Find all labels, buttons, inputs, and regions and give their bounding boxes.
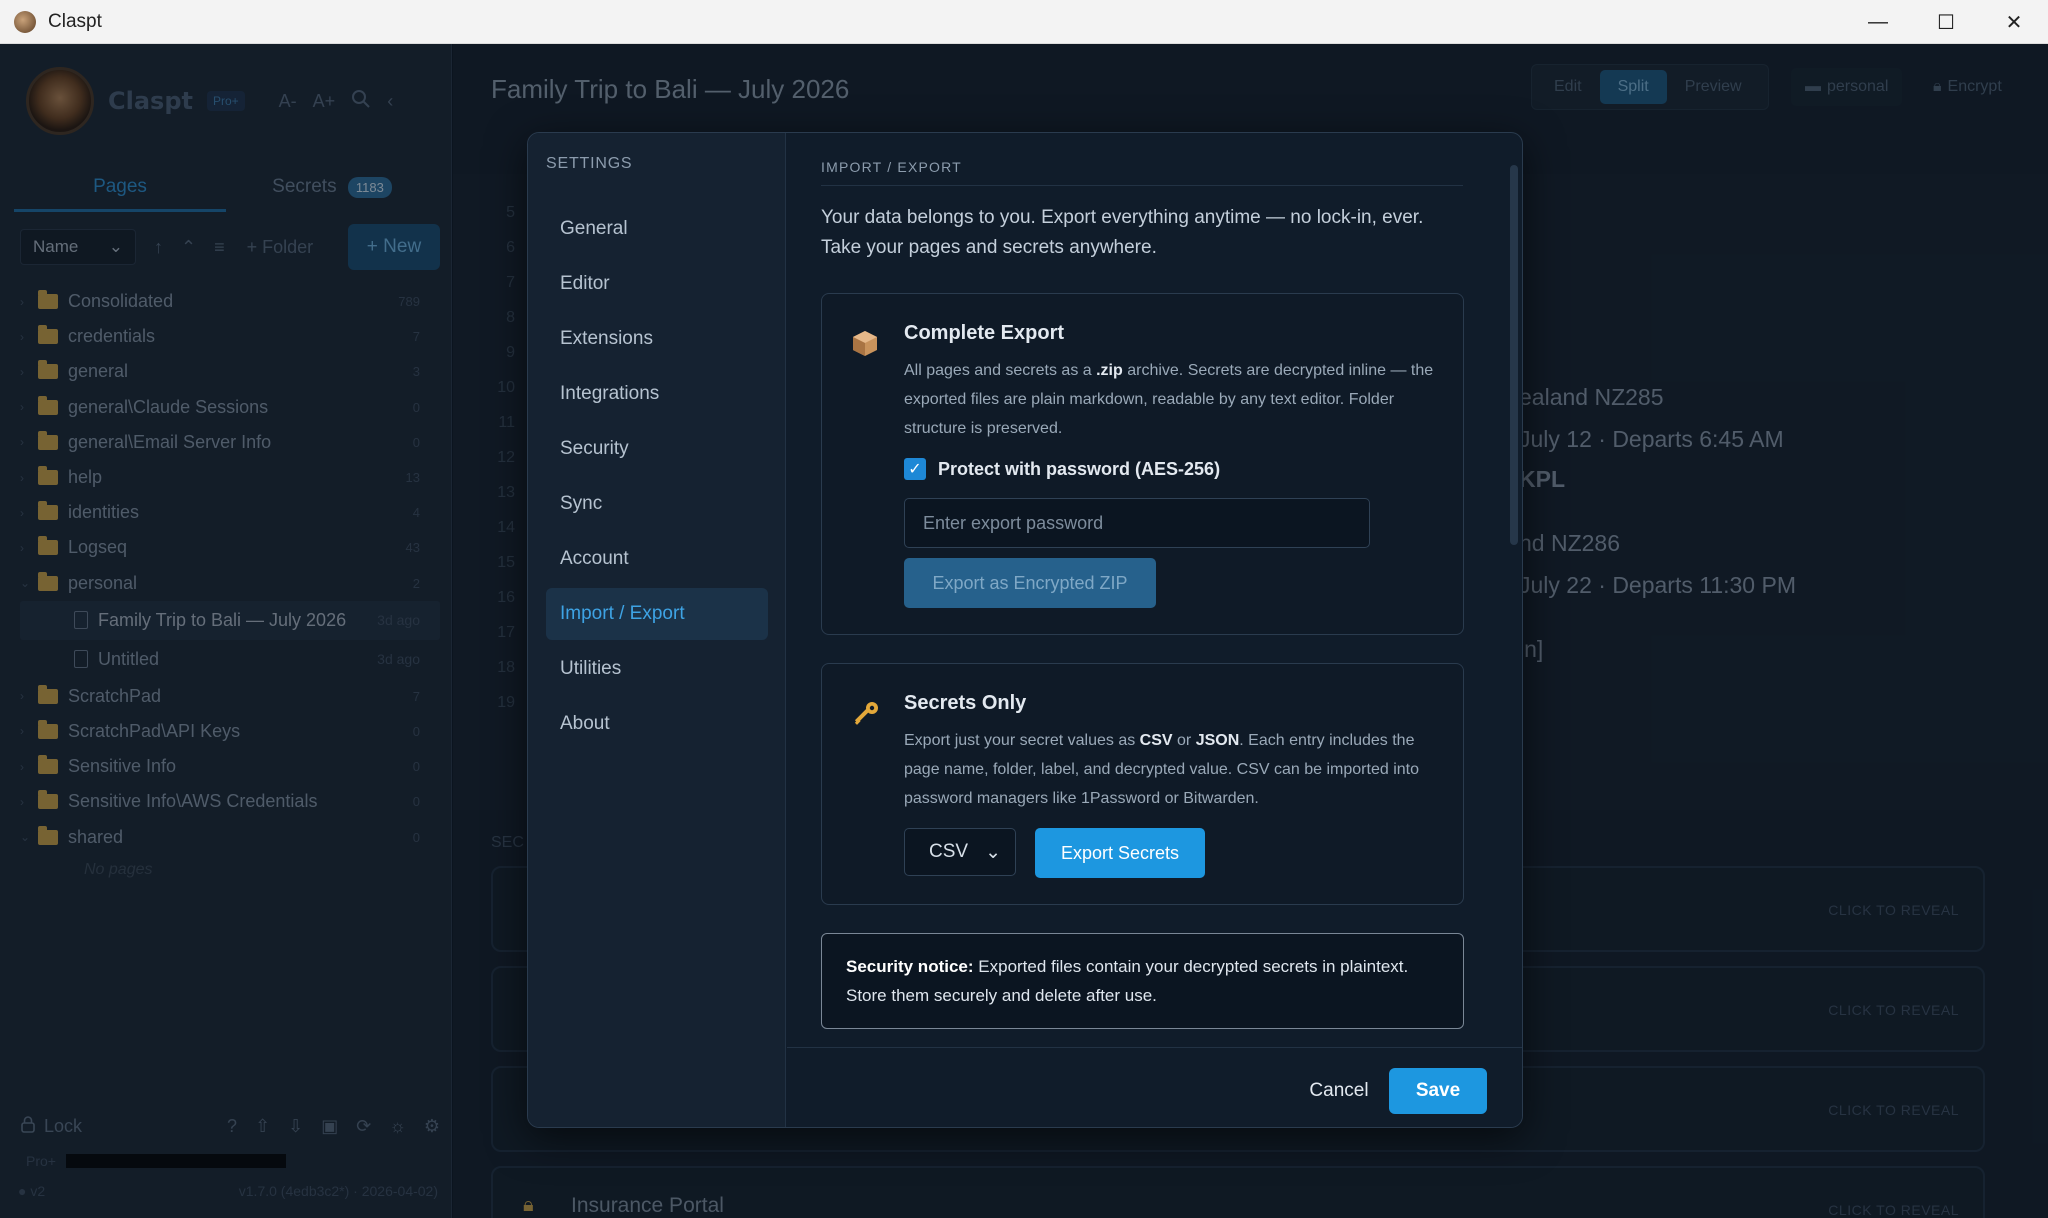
secrets-only-card: Secrets Only Export just your secret val… [821, 663, 1464, 905]
settings-modal: SETTINGS General Editor Extensions Integ… [527, 132, 1523, 1128]
settings-nav: SETTINGS General Editor Extensions Integ… [528, 133, 786, 1127]
scrollbar[interactable] [1510, 159, 1518, 1041]
checkbox-label: Protect with password (AES-256) [938, 458, 1221, 479]
nav-import-export[interactable]: Import / Export [546, 588, 768, 640]
format-select-value: CSV [929, 841, 969, 862]
modal-footer: Cancel Save [787, 1047, 1522, 1127]
nav-editor[interactable]: Editor [546, 258, 768, 310]
card-description: Export just your secret values as CSV or… [904, 726, 1444, 813]
desc-text: Export just your secret values as [904, 732, 1140, 749]
card-description: All pages and secrets as a .zip archive.… [904, 356, 1444, 443]
scrollbar-thumb[interactable] [1510, 165, 1518, 545]
nav-about[interactable]: About [546, 698, 768, 750]
nav-integrations[interactable]: Integrations [546, 368, 768, 420]
complete-export-card: Complete Export All pages and secrets as… [821, 293, 1464, 635]
minimize-button[interactable]: — [1844, 0, 1912, 44]
chevron-down-icon: ⌄ [985, 841, 1001, 863]
card-title: Complete Export [904, 322, 1065, 344]
window-titlebar: Claspt — ☐ ✕ [0, 0, 2048, 44]
section-label: IMPORT / EXPORT [821, 159, 962, 175]
package-icon [850, 328, 880, 365]
desc-emphasis: JSON [1195, 732, 1240, 749]
settings-nav-list: General Editor Extensions Integrations S… [546, 203, 768, 753]
export-encrypted-zip-button[interactable]: Export as Encrypted ZIP [904, 558, 1156, 608]
intro-line: Take your pages and secrets anywhere. [821, 237, 1157, 258]
app-icon [14, 10, 36, 33]
nav-security[interactable]: Security [546, 423, 768, 475]
nav-utilities[interactable]: Utilities [546, 643, 768, 695]
maximize-button[interactable]: ☐ [1912, 0, 1980, 44]
save-button[interactable]: Save [1389, 1068, 1487, 1114]
export-password-input[interactable] [904, 498, 1370, 548]
nav-extensions[interactable]: Extensions [546, 313, 768, 365]
window-title: Claspt [48, 10, 102, 32]
cancel-button[interactable]: Cancel [1299, 1068, 1379, 1114]
checkmark-icon[interactable]: ✓ [904, 458, 926, 480]
card-title: Secrets Only [904, 692, 1027, 714]
settings-content: IMPORT / EXPORT Your data belongs to you… [787, 133, 1522, 1047]
password-protect-checkbox-row[interactable]: ✓ Protect with password (AES-256) [904, 458, 1220, 480]
settings-heading: SETTINGS [546, 155, 633, 172]
desc-text: or [1172, 732, 1196, 749]
section-intro: Your data belongs to you. Export everyth… [821, 203, 1471, 263]
close-button[interactable]: ✕ [1980, 0, 2048, 44]
notice-heading: Security notice: [846, 957, 974, 976]
security-notice: Security notice: Exported files contain … [821, 933, 1464, 1029]
nav-account[interactable]: Account [546, 533, 768, 585]
desc-text: All pages and secrets as a [904, 362, 1097, 379]
nav-sync[interactable]: Sync [546, 478, 768, 530]
intro-line: Your data belongs to you. Export everyth… [821, 207, 1424, 228]
export-format-select[interactable]: CSV ⌄ [904, 828, 1016, 876]
desc-emphasis: .zip [1096, 362, 1123, 379]
export-secrets-button[interactable]: Export Secrets [1035, 828, 1205, 878]
section-divider [821, 185, 1463, 186]
desc-emphasis: CSV [1139, 732, 1173, 749]
window-controls: — ☐ ✕ [1844, 0, 2048, 44]
nav-general[interactable]: General [546, 203, 768, 255]
key-icon [850, 698, 882, 737]
